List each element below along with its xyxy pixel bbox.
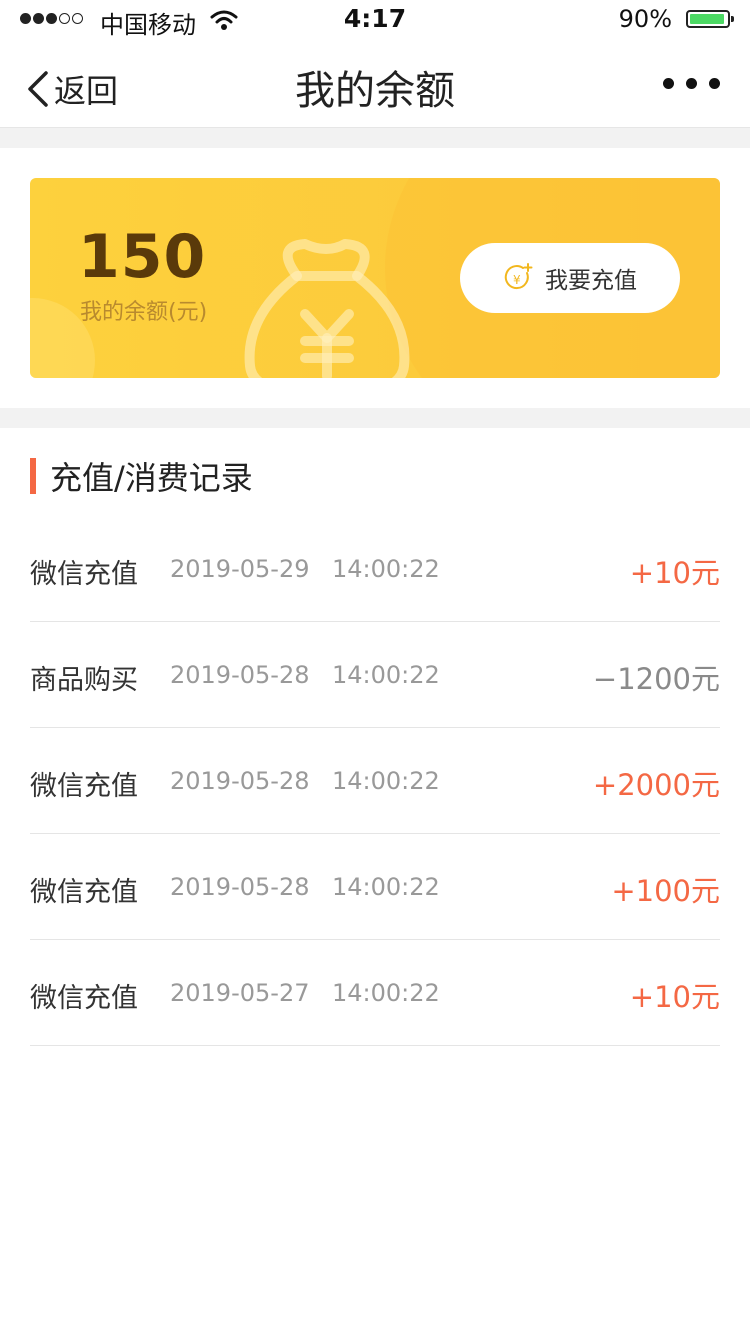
records-header: 充值/消费记录 [30,458,253,497]
balance-label: 我的余额(元) [80,300,208,325]
more-dots-icon [663,78,674,89]
list-item[interactable]: 微信充值 2019-05-28 14:00:22 +100元 [30,834,720,940]
list-item[interactable]: 微信充值 2019-05-27 14:00:22 +10元 [30,940,720,1046]
recharge-label: 我要充值 [545,268,637,294]
recharge-button[interactable]: ¥ 我要充值 [460,243,680,313]
record-amount: +100元 [611,874,720,908]
section-divider [0,128,750,148]
balance-amount: 150 [78,222,207,292]
record-date: 2019-05-28 [170,661,310,689]
status-bar: 中国移动 4:17 90% [0,0,750,40]
list-item[interactable]: 微信充值 2019-05-29 14:00:22 +10元 [30,516,720,622]
nav-bar: 返回 我的余额 [0,40,750,128]
record-time: 14:00:22 [332,873,440,901]
record-amount: −1200元 [592,662,720,696]
battery-icon [686,10,734,28]
records-title: 充值/消费记录 [50,459,253,497]
record-date: 2019-05-28 [170,873,310,901]
record-amount: +10元 [629,980,720,1014]
battery-percent: 90% [618,5,672,33]
record-type: 微信充值 [30,877,138,908]
record-time: 14:00:22 [332,979,440,1007]
records-list: 微信充值 2019-05-29 14:00:22 +10元 商品购买 2019-… [30,516,720,1046]
svg-text:¥: ¥ [513,273,521,287]
coin-plus-icon: ¥ [504,263,533,290]
record-time: 14:00:22 [332,767,440,795]
more-menu-button[interactable] [663,78,720,89]
record-time: 14:00:22 [332,661,440,689]
list-item[interactable]: 微信充值 2019-05-28 14:00:22 +2000元 [30,728,720,834]
accent-bar [30,458,36,494]
page-title: 我的余额 [295,68,455,114]
list-item[interactable]: 商品购买 2019-05-28 14:00:22 −1200元 [30,622,720,728]
record-amount: +2000元 [592,768,720,802]
record-type: 微信充值 [30,983,138,1014]
record-date: 2019-05-28 [170,767,310,795]
record-type: 商品购买 [30,665,138,696]
section-divider [0,408,750,428]
record-date: 2019-05-29 [170,555,310,583]
record-time: 14:00:22 [332,555,440,583]
record-date: 2019-05-27 [170,979,310,1007]
balance-card: 150 我的余额(元) ¥ 我要充值 [30,178,720,378]
record-amount: +10元 [629,556,720,590]
record-type: 微信充值 [30,559,138,590]
money-bag-icon [244,239,410,378]
record-type: 微信充值 [30,771,138,802]
